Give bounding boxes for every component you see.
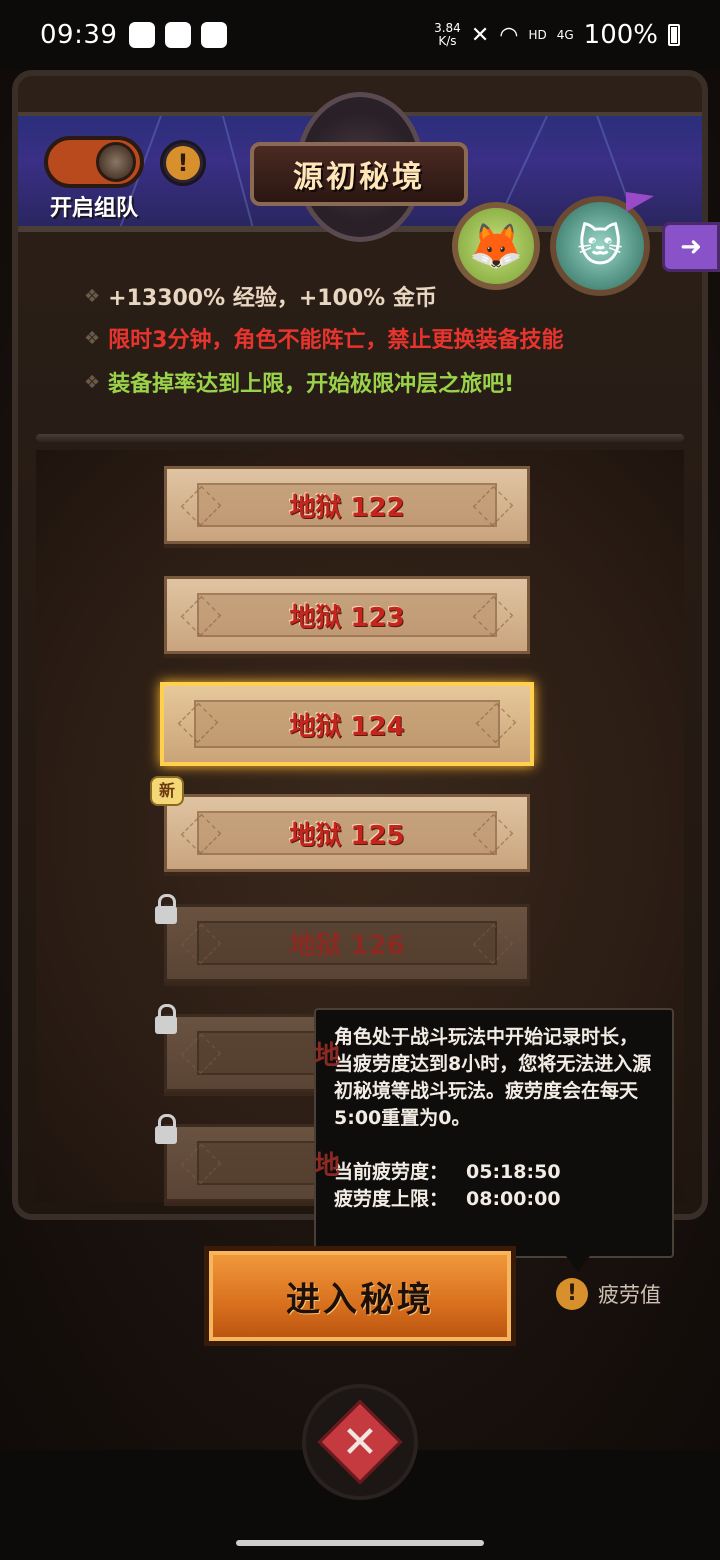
- warning-icon: !: [166, 146, 200, 180]
- close-button[interactable]: ✕: [302, 1384, 418, 1500]
- notification-icons: [129, 22, 228, 48]
- info-line-drop-rate: ❖ 装备掉率达到上限，开始极限冲层之旅吧!: [84, 371, 515, 398]
- close-icon: ✕: [341, 1416, 379, 1468]
- game-icon: [165, 22, 192, 48]
- wifi-icon: ◠: [499, 22, 519, 48]
- hd-indicator: HD: [528, 28, 547, 42]
- current-fatigue-row: 当前疲劳度： 05:18:50: [334, 1159, 654, 1186]
- team-info-button[interactable]: !: [160, 140, 206, 186]
- info-line-rules: ❖ 限时3分钟，角色不能阵亡，禁止更换装备技能: [84, 327, 564, 354]
- status-time: 09:39: [40, 20, 118, 50]
- lock-icon: [155, 894, 177, 924]
- level-label: 地狱 125: [289, 820, 405, 851]
- level-label: 地狱 123: [289, 602, 405, 633]
- level-button-125[interactable]: 地狱 125: [164, 794, 530, 872]
- team-toggle[interactable]: [44, 136, 144, 188]
- fatigue-limit-label: 疲劳度上限：: [334, 1188, 449, 1210]
- level-label: 地狱 124: [289, 711, 405, 742]
- enter-dungeon-label: 进入秘境: [286, 1279, 434, 1320]
- new-badge: 新: [150, 776, 184, 806]
- level-label: 地: [313, 1040, 340, 1071]
- level-label: 地: [313, 1150, 340, 1181]
- bullet-icon: ❖: [84, 327, 101, 349]
- fatigue-indicator[interactable]: ! 疲劳值: [556, 1278, 661, 1310]
- info-line-rewards: ❖ +13300% 经验，+100% 金币: [84, 285, 437, 312]
- mute-icon: ✕: [470, 22, 490, 48]
- bullet-icon: ❖: [84, 285, 101, 307]
- fox-avatar[interactable]: 🦊: [452, 202, 540, 290]
- status-right: 3.84 K/s ✕ ◠ HD 4G 100%: [434, 0, 680, 70]
- bullet-icon: ❖: [84, 371, 101, 393]
- level-button-122[interactable]: 地狱 122: [164, 466, 530, 544]
- toggle-knob: [96, 142, 136, 182]
- gallery-icon: [201, 22, 228, 48]
- exit-button[interactable]: ➜: [662, 222, 720, 272]
- current-fatigue-value: 05:18:50: [466, 1161, 561, 1183]
- warning-icon: !: [556, 1278, 588, 1310]
- level-button-124-selected[interactable]: 地狱 124: [160, 682, 534, 766]
- page-title: 源初秘境: [293, 160, 425, 195]
- level-label: 地狱 126: [289, 930, 405, 961]
- network-speed: 3.84 K/s: [434, 21, 461, 48]
- fatigue-limit-value: 08:00:00: [466, 1188, 561, 1210]
- fatigue-tooltip: 角色处于战斗玩法中开始记录时长，当疲劳度达到8小时，您将无法进入源初秘境等战斗玩…: [314, 1008, 674, 1272]
- current-fatigue-label: 当前疲劳度：: [334, 1161, 449, 1183]
- divider: [36, 434, 684, 442]
- fatigue-label: 疲劳值: [598, 1283, 661, 1307]
- battery-percent: 100%: [583, 20, 658, 50]
- home-indicator[interactable]: [236, 1540, 484, 1546]
- cat-avatar[interactable]: 🐱: [550, 196, 650, 296]
- tooltip-description: 角色处于战斗玩法中开始记录时长，当疲劳度达到8小时，您将无法进入源初秘境等战斗玩…: [334, 1026, 652, 1129]
- level-button-123[interactable]: 地狱 123: [164, 576, 530, 654]
- tooltip-arrow: [566, 1256, 590, 1272]
- battery-icon: [668, 24, 680, 46]
- team-toggle-label: 开启组队: [50, 196, 139, 221]
- lock-icon: [155, 1004, 177, 1034]
- level-button-126-locked[interactable]: 地狱 126: [164, 904, 530, 982]
- enter-dungeon-button[interactable]: 进入秘境: [204, 1246, 516, 1346]
- wechat-icon: [129, 22, 156, 48]
- cellular-4g: 4G: [556, 28, 574, 42]
- fatigue-limit-row: 疲劳度上限： 08:00:00: [334, 1186, 654, 1213]
- title-plate: 源初秘境: [250, 142, 468, 206]
- level-label: 地狱 122: [289, 492, 405, 523]
- exit-icon: ➜: [680, 232, 702, 262]
- lock-icon: [155, 1114, 177, 1144]
- status-bar: 09:39 3.84 K/s ✕ ◠ HD 4G 100%: [0, 0, 720, 70]
